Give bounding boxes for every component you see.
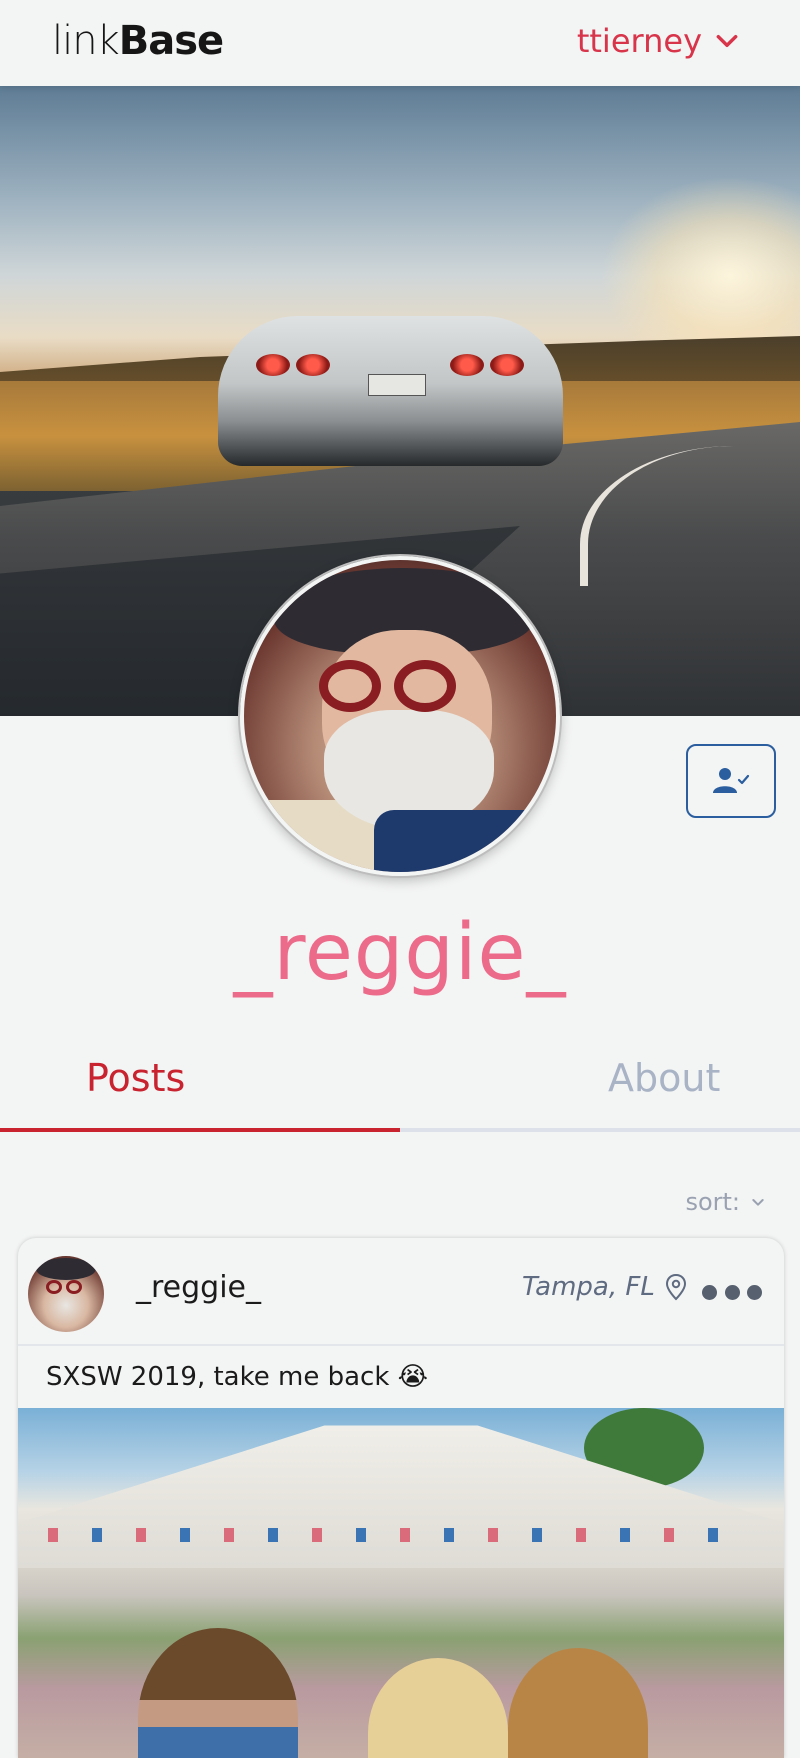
profile-username: _reggie_ <box>233 908 567 998</box>
tab-active-indicator <box>0 1128 400 1132</box>
more-horizontal-icon[interactable] <box>702 1274 762 1310</box>
post-card: _reggie_ Tampa, FL SXSW 2019, take me ba… <box>18 1238 784 1758</box>
user-menu-dropdown[interactable]: ttierney <box>577 22 740 60</box>
follow-status-button[interactable] <box>686 744 776 818</box>
sort-label: sort: <box>685 1188 740 1216</box>
post-location-text: Tampa, FL <box>522 1272 655 1302</box>
chevron-down-icon <box>752 1199 764 1206</box>
post-header: _reggie_ Tampa, FL <box>18 1238 784 1346</box>
map-pin-icon <box>665 1273 686 1301</box>
profile-tabs: Posts About <box>0 1040 800 1132</box>
user-check-icon <box>713 768 750 793</box>
post-image[interactable] <box>18 1408 784 1758</box>
tab-posts[interactable]: Posts <box>86 1056 185 1100</box>
cover-car <box>218 316 563 466</box>
top-navbar: linkBase ttierney <box>0 0 800 86</box>
post-author-username[interactable]: _reggie_ <box>136 1270 261 1305</box>
tab-about[interactable]: About <box>608 1056 720 1100</box>
chevron-down-icon <box>716 34 738 48</box>
sort-dropdown[interactable]: sort: <box>685 1188 766 1216</box>
post-author-avatar[interactable] <box>28 1256 104 1332</box>
current-username: ttierney <box>576 22 702 60</box>
profile-avatar[interactable] <box>240 556 560 876</box>
post-location[interactable]: Tampa, FL <box>522 1272 687 1302</box>
logo[interactable]: linkBase <box>52 18 224 64</box>
post-caption: SXSW 2019, take me back 😭 <box>46 1362 429 1392</box>
